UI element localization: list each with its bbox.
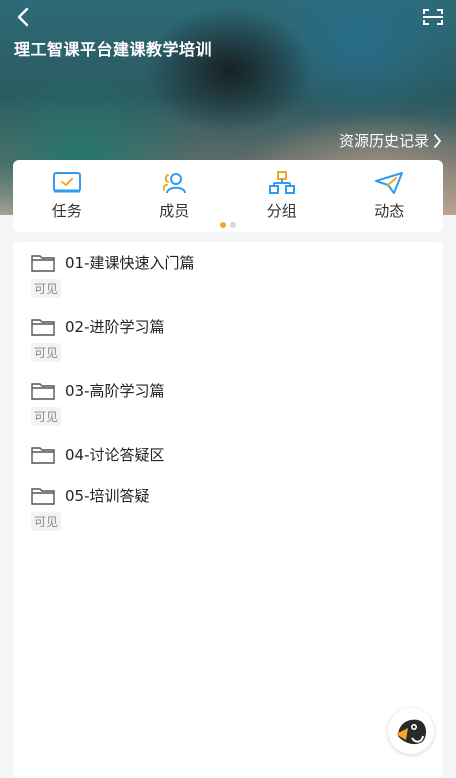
group-icon	[267, 170, 297, 196]
tool-group-label: 分组	[266, 202, 297, 220]
folder-name: 03-高阶学习篇	[65, 382, 165, 400]
visibility-badge: 可见	[31, 407, 62, 426]
tool-members-label: 成员	[159, 202, 190, 220]
folder-name: 05-培训答疑	[65, 487, 150, 505]
folder-icon	[31, 318, 55, 336]
folder-icon	[31, 382, 55, 400]
folder-item-01[interactable]: 01-建课快速入门篇 可见	[31, 252, 195, 298]
page-indicator	[220, 222, 236, 228]
assistant-bird-icon	[396, 719, 426, 745]
resource-history-link[interactable]: 资源历史记录	[339, 130, 442, 151]
tool-group[interactable]: 分组	[242, 170, 322, 221]
folder-item-03[interactable]: 03-高阶学习篇 可见	[31, 380, 165, 426]
folder-name: 01-建课快速入门篇	[65, 254, 195, 272]
tool-activity[interactable]: 动态	[349, 170, 429, 221]
chevron-left-icon	[17, 7, 29, 27]
chevron-right-icon	[434, 133, 442, 148]
tool-activity-label: 动态	[374, 202, 405, 220]
folder-icon	[31, 487, 55, 505]
page-dot	[230, 222, 236, 228]
folder-item-02[interactable]: 02-进阶学习篇 可见	[31, 316, 165, 362]
assistant-button[interactable]	[388, 708, 434, 754]
folder-icon	[31, 446, 55, 464]
folder-list: 01-建课快速入门篇 可见 02-进阶学习篇 可见 03-高阶学习篇 可见 04…	[13, 242, 443, 778]
page-dot-active	[220, 222, 226, 228]
visibility-badge: 可见	[31, 512, 62, 531]
paper-plane-icon	[374, 170, 404, 196]
scan-icon	[423, 9, 443, 25]
folder-item-05[interactable]: 05-培训答疑 可见	[31, 485, 150, 531]
scan-button[interactable]	[420, 4, 446, 30]
folder-name: 02-进阶学习篇	[65, 318, 165, 336]
tool-members[interactable]: 成员	[134, 170, 214, 221]
back-button[interactable]	[10, 4, 36, 30]
folder-item-04[interactable]: 04-讨论答疑区	[31, 444, 165, 465]
folder-name: 04-讨论答疑区	[65, 446, 165, 464]
tool-task-label: 任务	[51, 202, 82, 220]
visibility-badge: 可见	[31, 343, 62, 362]
members-icon	[159, 170, 189, 196]
tool-task[interactable]: 任务	[27, 170, 107, 221]
task-check-icon	[52, 170, 82, 196]
visibility-badge: 可见	[31, 279, 62, 298]
page-title: 理工智课平台建课教学培训	[14, 40, 213, 59]
folder-icon	[31, 254, 55, 272]
resource-history-label: 资源历史记录	[338, 132, 429, 150]
